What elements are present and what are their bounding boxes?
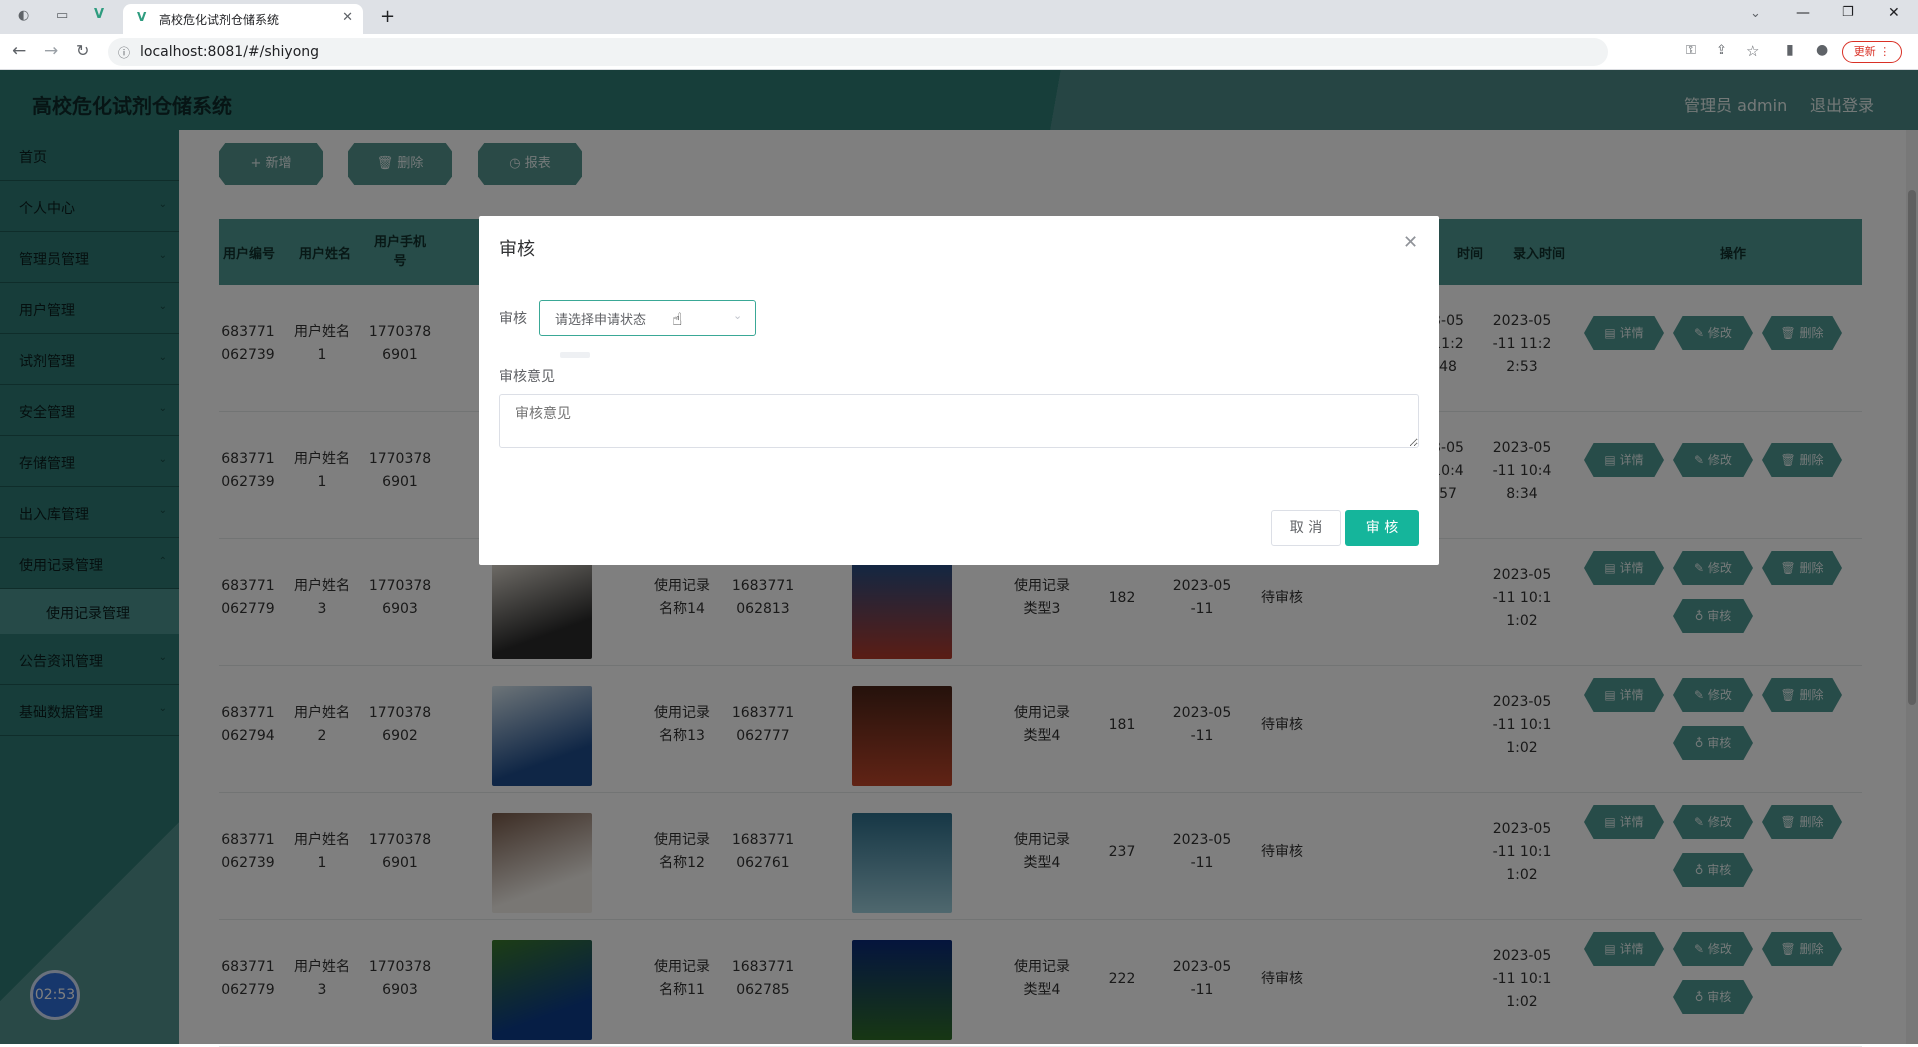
- close-tab-icon[interactable]: ✕: [342, 10, 353, 25]
- chevron-down-icon[interactable]: ⌄: [733, 309, 742, 322]
- close-window-icon[interactable]: ✕: [1888, 5, 1900, 21]
- site-info-icon[interactable]: ◐: [18, 8, 29, 23]
- audit-label: 审核: [499, 311, 527, 327]
- side-panel-icon[interactable]: ▮: [1786, 42, 1794, 58]
- share-icon[interactable]: ⇪: [1716, 43, 1727, 58]
- info-icon[interactable]: ⓘ: [118, 44, 130, 61]
- hand-cursor-icon: ☝: [672, 310, 683, 330]
- tab-title: 高校危化试剂仓储系统: [159, 13, 280, 27]
- url-text: localhost:8081/#/shiyong: [140, 44, 320, 60]
- confirm-audit-button[interactable]: 审 核: [1345, 510, 1419, 546]
- active-browser-tab[interactable]: V 高校危化试剂仓储系统 ✕: [123, 4, 363, 34]
- audit-status-select[interactable]: 请选择申请状态: [539, 300, 756, 336]
- address-bar[interactable]: ⓘ localhost:8081/#/shiyong: [108, 38, 1608, 66]
- vue-favicon-icon: V: [137, 10, 147, 24]
- profile-icon[interactable]: ●: [1816, 42, 1828, 58]
- forward-icon[interactable]: →: [44, 41, 58, 61]
- dialog-title: 审核: [499, 239, 535, 260]
- minimize-icon[interactable]: —: [1796, 5, 1810, 21]
- close-icon[interactable]: ✕: [1403, 232, 1418, 253]
- new-tab-button[interactable]: +: [380, 6, 395, 27]
- tab-search-icon[interactable]: ⌄: [1750, 6, 1761, 21]
- opinion-textarea[interactable]: [499, 394, 1419, 448]
- dropdown-fade: [560, 352, 590, 358]
- back-icon[interactable]: ←: [12, 41, 26, 61]
- blank-tab-icon[interactable]: ▭: [56, 8, 68, 23]
- reload-icon[interactable]: ↻: [76, 41, 89, 60]
- vue-tab-icon[interactable]: V: [94, 7, 104, 22]
- bookmark-star-icon[interactable]: ☆: [1746, 42, 1759, 60]
- opinion-label: 审核意见: [499, 369, 555, 385]
- restore-icon[interactable]: ❐: [1842, 5, 1854, 20]
- update-button[interactable]: 更新 ⋮: [1842, 41, 1902, 63]
- update-label: 更新: [1853, 45, 1876, 58]
- cancel-button[interactable]: 取 消: [1271, 510, 1341, 546]
- key-icon[interactable]: ⚿: [1686, 43, 1696, 58]
